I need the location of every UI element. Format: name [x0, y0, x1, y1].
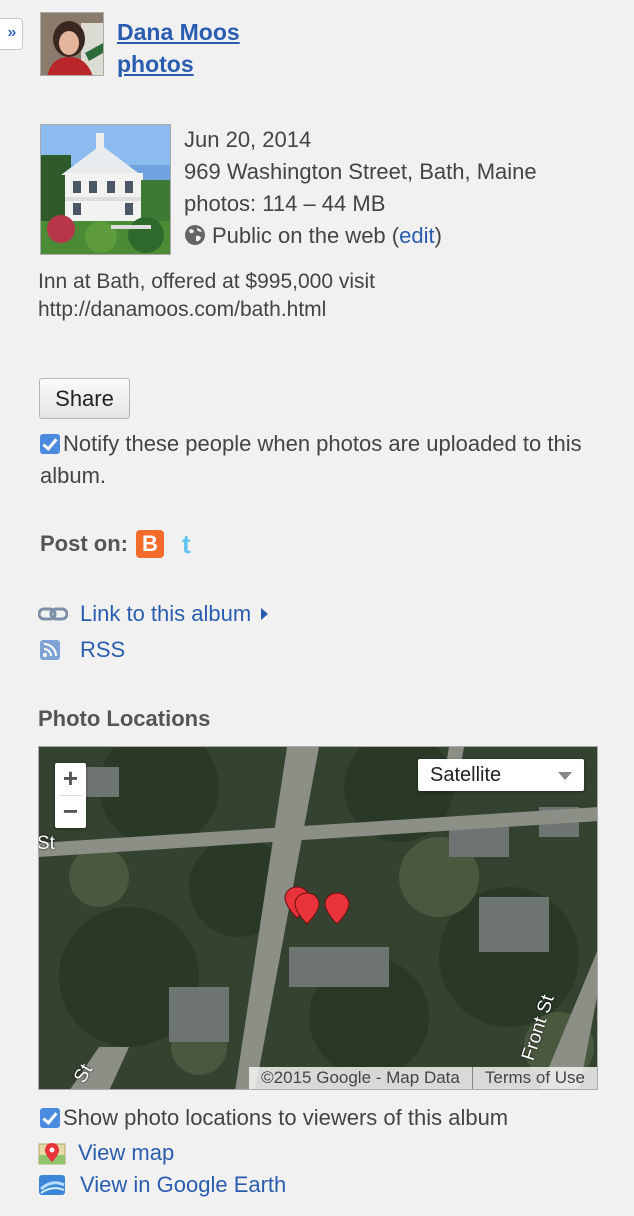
map-zoom-control: + − [55, 763, 86, 828]
show-locations-option: Show photo locations to viewers of this … [40, 1104, 508, 1132]
triangle-right-icon [261, 608, 269, 620]
album-description: Inn at Bath, offered at $995,000 visit h… [38, 270, 376, 321]
map-type-dropdown[interactable]: Satellite [418, 759, 584, 791]
notify-option: Notify these people when photos are uplo… [40, 428, 610, 492]
notify-checkbox[interactable] [40, 434, 60, 454]
map-attribution: ©2015 Google - Map Data Terms of Use [249, 1067, 597, 1089]
owner-avatar[interactable] [40, 12, 104, 76]
chain-link-icon [38, 606, 70, 622]
show-locations-label: Show photo locations to viewers of this … [63, 1105, 509, 1130]
rss-row: RSS [38, 637, 125, 663]
album-visibility: Public on the web (edit) [184, 220, 537, 252]
album-info: Jun 20, 2014 969 Washington Street, Bath… [40, 124, 537, 255]
view-earth-row: View in Google Earth [38, 1172, 286, 1198]
map-type-value: Satellite [430, 764, 502, 786]
terms-of-use-link[interactable]: Terms of Use [471, 1067, 597, 1089]
caret-down-icon [558, 772, 572, 780]
map-pin-icon [38, 1141, 70, 1165]
rss-link[interactable]: RSS [80, 637, 125, 663]
post-on-label: Post on: [40, 531, 128, 556]
edit-visibility-link[interactable]: edit [399, 223, 434, 248]
twitter-icon[interactable]: t [182, 530, 191, 558]
view-in-google-earth-link[interactable]: View in Google Earth [80, 1172, 286, 1198]
album-cover-thumbnail[interactable] [40, 124, 171, 255]
street-label: St [38, 833, 55, 854]
view-map-link[interactable]: View map [78, 1140, 174, 1166]
notify-label: Notify these people when photos are uplo… [40, 431, 582, 488]
photo-locations-title: Photo Locations [38, 706, 211, 731]
owner-photos-link[interactable]: photos [117, 48, 240, 80]
collapse-panel-button[interactable]: » [0, 18, 23, 50]
album-date: Jun 20, 2014 [184, 127, 312, 152]
visibility-label: Public on the web [212, 223, 386, 248]
google-earth-icon [38, 1173, 70, 1197]
globe-icon [185, 225, 205, 245]
show-locations-checkbox[interactable] [40, 1108, 60, 1128]
blogger-icon[interactable]: B [136, 530, 164, 558]
rss-icon [38, 638, 70, 662]
album-stats: photos: 114 – 44 MB [184, 191, 386, 216]
map-copyright: ©2015 Google - Map Data [261, 1068, 460, 1087]
double-chevron-right-icon: » [7, 24, 17, 41]
owner-header: Dana Moos photos [40, 12, 240, 80]
photo-locations-map[interactable]: St St Front St + − Satellite ©2015 Googl… [38, 746, 598, 1090]
owner-name-link[interactable]: Dana Moos [117, 16, 240, 48]
album-location: 969 Washington Street, Bath, Maine [184, 159, 537, 184]
share-button[interactable]: Share [39, 378, 130, 419]
view-map-row: View map [38, 1140, 174, 1166]
album-link-row: Link to this album [38, 601, 269, 627]
satellite-imagery [39, 747, 597, 1089]
post-on-row: Post on: B t [40, 530, 191, 558]
zoom-out-button[interactable]: − [55, 796, 86, 828]
link-to-album-link[interactable]: Link to this album [80, 601, 251, 627]
zoom-in-button[interactable]: + [55, 763, 86, 795]
